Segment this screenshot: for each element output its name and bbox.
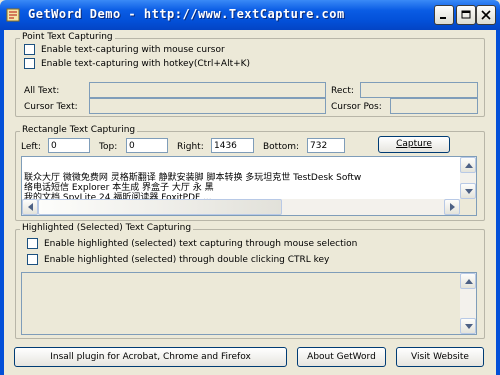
hotkey-capture-checkbox[interactable] [24,58,35,69]
all-text-field[interactable] [89,82,326,98]
close-button[interactable] [476,5,496,25]
arrow-up-icon [465,163,473,168]
scroll-corner [460,199,476,215]
cursor-text-label: Cursor Text: [24,102,78,112]
about-getword-label: About GetWord [307,352,376,362]
hscroll-thumb[interactable] [38,199,282,215]
highlighted-text-group-title: Highlighted (Selected) Text Capturing [20,223,194,233]
maximize-button[interactable] [456,5,476,25]
window-title: GetWord Demo - http://www.TextCapture.co… [28,7,345,21]
capture-button[interactable]: Capture [378,136,450,153]
left-label: Left: [21,142,41,152]
title-bar[interactable]: GetWord Demo - http://www.TextCapture.co… [0,0,500,30]
highlight-vscroll-down-button[interactable] [460,318,476,334]
right-label: Right: [177,142,204,152]
captured-text-vscrollbar[interactable] [460,157,476,199]
vscroll-down-button[interactable] [460,183,476,199]
cursor-text-field[interactable] [89,98,326,114]
all-text-label: All Text: [24,86,60,96]
arrow-down-icon [465,324,473,329]
mouse-capture-checkbox[interactable] [24,44,35,55]
highlight-mouse-option[interactable]: Enable highlighted (selected) text captu… [27,238,357,249]
point-text-group-title: Point Text Capturing [20,32,115,42]
rect-field[interactable] [360,82,478,98]
cursor-pos-field[interactable] [390,98,478,114]
about-getword-button[interactable]: About GetWord [297,347,386,367]
hscroll-right-button[interactable] [444,199,460,215]
top-label: Top: [99,142,118,152]
close-icon [481,10,491,20]
window-frame-left [0,30,4,375]
vscroll-up-button[interactable] [460,157,476,173]
bottom-input[interactable]: 732 [307,138,345,153]
cursor-pos-label: Cursor Pos: [331,102,382,112]
highlight-vscroll-up-button[interactable] [460,273,476,289]
hscroll-left-button[interactable] [22,199,38,215]
captured-text-line-1: 联众大厅 微微免费网 灵格斯翻译 静默安装脚 脚本转换 多玩坦克世 TestDe… [24,173,362,183]
top-input[interactable]: 0 [126,138,168,153]
rect-label: Rect: [331,86,354,96]
captured-text-hscrollbar[interactable] [22,199,460,215]
capture-button-label: Capture [396,139,432,149]
highlight-mouse-checkbox[interactable] [27,238,38,249]
install-plugin-button[interactable]: Insall plugin for Acrobat, Chrome and Fi… [14,347,287,367]
highlight-mouse-label: Enable highlighted (selected) text captu… [44,239,358,249]
highlight-ctrl-option[interactable]: Enable highlighted (selected) through do… [27,254,329,265]
left-input[interactable]: 0 [48,138,90,153]
arrow-left-icon [28,203,33,211]
hotkey-capture-label: Enable text-capturing with hotkey(Ctrl+A… [41,59,251,69]
bottom-label: Bottom: [263,142,300,152]
arrow-up-icon [465,279,473,284]
captured-text-line-2: 络电话短信 Explorer 本生成 界盒子 大厅 永 黑 [24,183,214,193]
maximize-icon [461,10,471,19]
install-plugin-label: Insall plugin for Acrobat, Chrome and Fi… [50,352,251,362]
mouse-capture-option[interactable]: Enable text-capturing with mouse cursor [24,44,225,55]
arrow-right-icon [450,203,455,211]
minimize-icon [440,17,446,19]
app-icon [6,8,20,22]
rectangle-text-group-title: Rectangle Text Capturing [20,125,138,135]
highlight-ctrl-label: Enable highlighted (selected) through do… [44,255,330,265]
highlighted-text-box[interactable] [21,272,477,335]
arrow-down-icon [465,189,473,194]
hotkey-capture-option[interactable]: Enable text-capturing with hotkey(Ctrl+A… [24,58,250,69]
visit-website-label: Visit Website [411,352,469,362]
visit-website-button[interactable]: Visit Website [396,347,484,367]
mouse-capture-label: Enable text-capturing with mouse cursor [41,45,225,55]
captured-text-box[interactable]: 联众大厅 微微免费网 灵格斯翻译 静默安装脚 脚本转换 多玩坦克世 TestDe… [21,156,477,216]
highlight-ctrl-checkbox[interactable] [27,254,38,265]
highlighted-text-vscrollbar[interactable] [460,273,476,334]
window-frame-right [496,30,500,375]
minimize-button[interactable] [434,5,454,25]
right-input[interactable]: 1436 [211,138,254,153]
